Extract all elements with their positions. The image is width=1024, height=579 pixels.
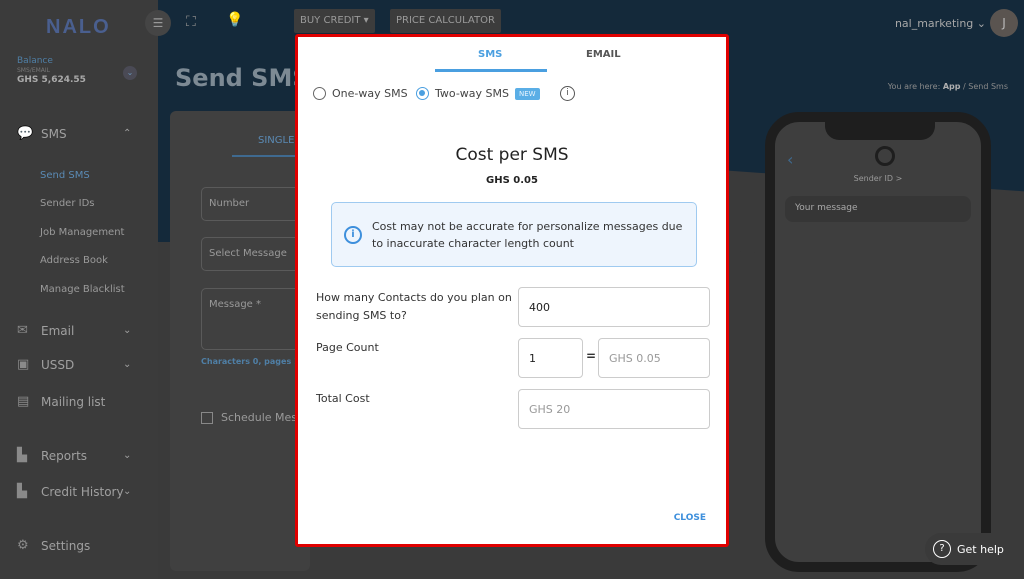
sidebar-item-settings[interactable]: ⚙ Settings (17, 538, 90, 553)
phone-notch (825, 120, 935, 140)
breadcrumb-page: Send Sms (968, 82, 1008, 91)
cost-value: GHS 0.05 (486, 175, 538, 186)
sidebar-item-ussd[interactable]: ▣ USSD ⌄ (17, 357, 131, 372)
fullscreen-icon[interactable]: ⛶ (186, 14, 196, 30)
tab-email[interactable]: EMAIL (586, 49, 621, 60)
chevron-down-icon: ⌄ (123, 359, 132, 370)
info-icon: i (344, 225, 362, 244)
sidebar-sub-send-sms[interactable]: Send SMS (40, 170, 90, 181)
sidebar-sub-sender-ids[interactable]: Sender IDs (40, 198, 95, 209)
nav-label: USSD (41, 357, 75, 372)
radio-icon (313, 87, 326, 100)
chevron-down-icon: ⌄ (123, 450, 132, 461)
lightbulb-icon[interactable]: 💡 (226, 12, 243, 28)
message-textarea[interactable]: Message * (201, 288, 301, 350)
breadcrumb: You are here: App / Send Sms (887, 82, 1008, 91)
total-cost-field: GHS 20 (518, 389, 710, 429)
get-help-label: Get help (957, 542, 1004, 556)
page-title: Send SMS (175, 64, 310, 92)
message-bubble: Your message (785, 196, 971, 222)
menu-collapse-icon[interactable]: ☰ (145, 10, 171, 36)
breadcrumb-app[interactable]: App (943, 82, 961, 91)
nav-label: Reports (41, 448, 88, 463)
tab-sms[interactable]: SMS (478, 49, 502, 60)
sidebar-item-credit-history[interactable]: ▙ Credit History ⌄ (17, 484, 131, 499)
ussd-icon: ▣ (17, 357, 30, 372)
radio-label: One-way SMS (332, 87, 408, 100)
close-button[interactable]: CLOSE (674, 513, 706, 523)
radio-selected-icon (416, 87, 429, 100)
price-calculator-modal: SMS EMAIL One-way SMS Two-way SMS NEW i C… (295, 34, 729, 547)
chevron-down-icon: ⌄ (123, 325, 132, 336)
nav-label: Settings (41, 538, 91, 553)
schedule-checkbox[interactable]: Schedule Mes (201, 411, 297, 424)
avatar[interactable]: J (990, 9, 1018, 37)
back-chevron-icon: ‹ (787, 150, 794, 169)
balance-label: Balance (17, 56, 53, 66)
nav-label: Mailing list (41, 394, 106, 409)
sidebar-sub-address-book[interactable]: Address Book (40, 255, 108, 266)
select-message-dropdown[interactable]: Select Message (201, 237, 301, 271)
buy-credit-label: BUY CREDIT (300, 15, 361, 26)
chevron-up-icon: ⌃ (123, 128, 132, 139)
accuracy-alert: i Cost may not be accurate for personaliz… (331, 202, 697, 267)
page-count-input[interactable]: 1 (518, 338, 583, 378)
nalo-logo: NALO (46, 16, 111, 38)
page-cost-field: GHS 0.05 (598, 338, 710, 378)
balance-value: GHS 5,624.55 (17, 75, 86, 85)
report-icon: ▙ (17, 448, 27, 463)
nav-label: Credit History (41, 484, 124, 499)
contact-avatar-icon (875, 146, 895, 166)
user-menu[interactable]: nal_marketing ⌄ (895, 17, 986, 30)
get-help-button[interactable]: ? Get help (925, 533, 1009, 565)
radio-two-way-sms[interactable]: Two-way SMS NEW (416, 87, 540, 100)
contacts-input[interactable]: 400 (518, 287, 710, 327)
alert-text: Cost may not be accurate for personalize… (372, 219, 683, 250)
balance-sub: SMS/EMAIL (17, 67, 50, 74)
sidebar: NALO Balance SMS/EMAIL GHS 5,624.55 ⌄ 💬 S… (0, 0, 158, 579)
username: nal_marketing (894, 17, 974, 30)
equals-sign: = (586, 349, 597, 363)
sidebar-item-sms[interactable]: 💬 SMS ⌃ (17, 126, 131, 141)
buy-credit-button[interactable]: BUY CREDIT ▾ (294, 9, 375, 33)
new-badge: NEW (515, 87, 540, 100)
balance: Balance SMS/EMAIL GHS 5,624.55 (17, 56, 86, 85)
gear-icon: ⚙ (17, 538, 29, 553)
schedule-label: Schedule Mes (221, 411, 298, 424)
nav-label: SMS (41, 126, 67, 141)
tab-single[interactable]: SINGLE (258, 135, 294, 146)
contact-card-icon: ▤ (17, 394, 30, 409)
total-cost-label: Total Cost (316, 392, 370, 405)
sidebar-item-mailing-list[interactable]: ▤ Mailing list (17, 394, 105, 409)
chevron-down-icon: ⌄ (123, 486, 132, 497)
contacts-label: How many Contacts do you plan on sending… (316, 291, 512, 322)
page-count-label: Page Count (316, 341, 379, 354)
breadcrumb-prefix: You are here: (887, 82, 941, 91)
checkbox-icon (201, 411, 213, 424)
sms-bubble-icon: 💬 (17, 126, 34, 141)
info-icon[interactable]: i (560, 86, 575, 101)
character-counter: Characters 0, pages 1 (201, 357, 300, 366)
radio-one-way-sms[interactable]: One-way SMS (313, 87, 408, 100)
price-calculator-button[interactable]: PRICE CALCULATOR (390, 9, 501, 33)
sidebar-item-reports[interactable]: ▙ Reports ⌄ (17, 448, 131, 463)
cost-title: Cost per SMS (455, 145, 569, 165)
sidebar-sub-manage-blacklist[interactable]: Manage Blacklist (40, 284, 125, 295)
envelope-icon: ✉ (17, 323, 28, 338)
nav-label: Email (41, 323, 75, 338)
sidebar-sub-job-management[interactable]: Job Management (40, 227, 124, 238)
report-icon: ▙ (17, 484, 27, 499)
radio-label: Two-way SMS (435, 87, 509, 100)
sidebar-item-email[interactable]: ✉ Email ⌄ (17, 323, 131, 338)
phone-preview: ‹ Sender ID > Your message (765, 112, 991, 572)
chevron-down-icon[interactable]: ⌄ (123, 66, 137, 80)
active-tab-indicator (435, 69, 547, 72)
question-icon: ? (933, 540, 951, 558)
number-input[interactable]: Number (201, 187, 301, 221)
sender-id: Sender ID > (853, 174, 903, 183)
